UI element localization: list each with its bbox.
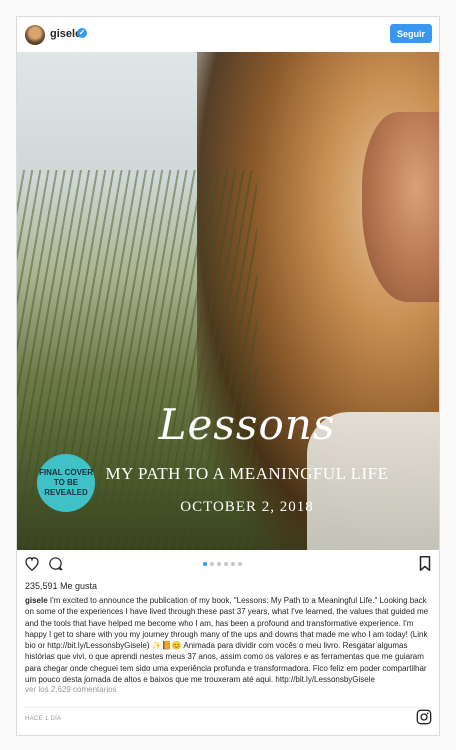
carousel-dot[interactable]	[203, 562, 207, 566]
caption-text: I'm excited to announce the publication …	[25, 596, 429, 685]
comment-icon[interactable]	[48, 556, 63, 576]
bookmark-icon[interactable]	[419, 556, 431, 576]
carousel-dot[interactable]	[224, 562, 228, 566]
post-timestamp[interactable]: HACE 1 DÍA	[25, 716, 61, 722]
avatar[interactable]	[25, 25, 45, 45]
like-count[interactable]: 235,591 Me gusta	[25, 581, 97, 591]
carousel-dot[interactable]	[210, 562, 214, 566]
carousel-indicator	[203, 562, 242, 566]
follow-button[interactable]: Seguir	[390, 24, 432, 43]
cover-reveal-badge: FINAL COVER TO BE REVEALED	[37, 454, 95, 512]
release-date: OCTOBER 2, 2018	[180, 499, 314, 515]
action-bar	[17, 550, 439, 578]
divider	[25, 707, 431, 708]
view-comments-link[interactable]: ver los 2,629 comentarios	[25, 685, 117, 694]
instagram-post: gisele ✓ Seguir Lessons MY PATH TO A MEA…	[16, 16, 440, 736]
book-title: Lessons	[158, 400, 336, 449]
post-header: gisele ✓ Seguir	[17, 17, 439, 52]
post-caption: gisele I'm excited to announce the publi…	[25, 595, 429, 685]
carousel-dot[interactable]	[231, 562, 235, 566]
carousel-dot[interactable]	[238, 562, 242, 566]
book-subtitle: MY PATH TO A MEANINGFUL LIFE	[105, 464, 389, 483]
instagram-icon[interactable]	[416, 709, 432, 730]
verified-badge-icon: ✓	[77, 28, 87, 38]
carousel-dot[interactable]	[217, 562, 221, 566]
heart-icon[interactable]	[24, 556, 40, 576]
post-image[interactable]: Lessons MY PATH TO A MEANINGFUL LIFE OCT…	[17, 52, 439, 550]
caption-username[interactable]: gisele	[25, 596, 48, 605]
